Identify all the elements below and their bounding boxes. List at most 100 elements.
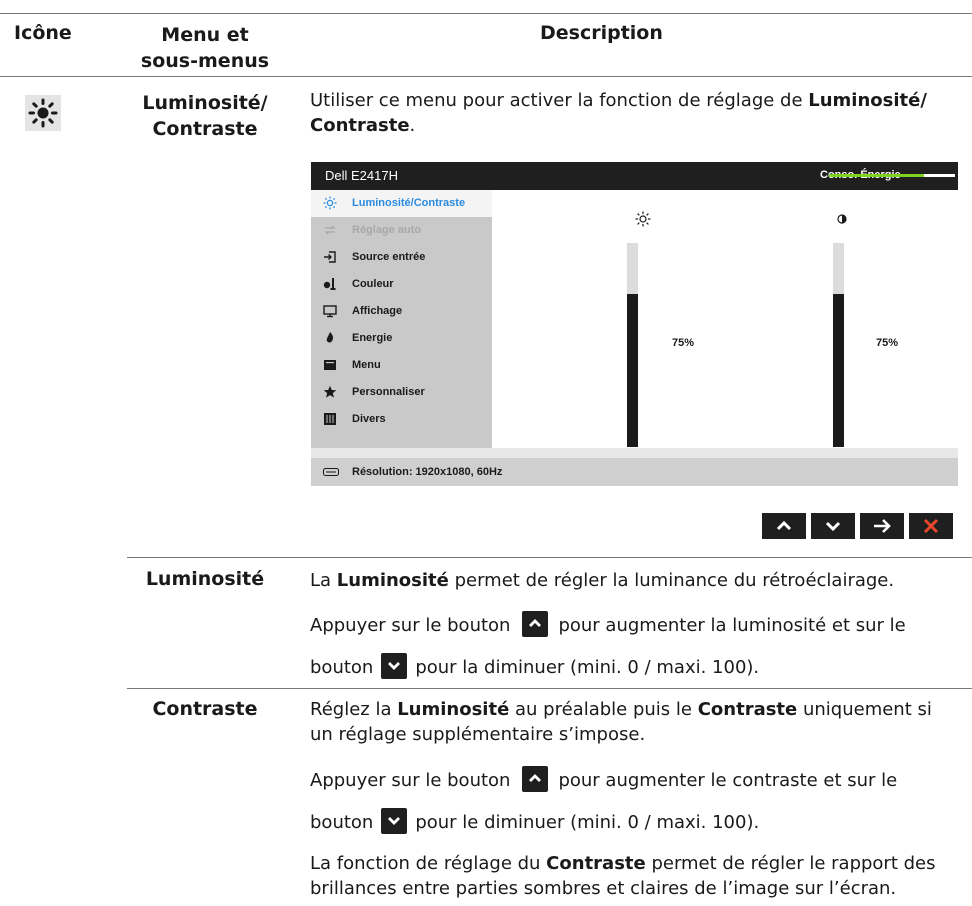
sun-icon: [323, 196, 337, 210]
submenu-name-luminosite: Luminosité: [145, 568, 265, 590]
osd-menu-item-personnaliser[interactable]: Personnaliser: [311, 379, 492, 406]
header-icon: Icône: [14, 22, 72, 44]
osd-title: Dell E2417H: [325, 168, 398, 183]
brightness-slider-fill: [627, 294, 638, 447]
main-description: Utiliser ce menu pour activer la fonctio…: [310, 88, 960, 138]
contrast-icon: [837, 214, 847, 224]
osd-menu-label: Divers: [352, 413, 386, 425]
contrast-slider-fill: [833, 294, 844, 447]
main-desc-suffix: .: [409, 115, 416, 136]
menu-icon: [324, 360, 336, 370]
color-icon: [323, 278, 336, 290]
header-menu-line2: sous-menus: [140, 50, 270, 72]
osd-menu-item-menu[interactable]: Menu: [311, 352, 492, 379]
luminosite-desc-3: bouton pour la diminuer (mini. 0 / maxi. …: [310, 653, 970, 681]
osd-resolution: Résolution: 1920x1080, 60Hz: [352, 466, 503, 478]
text: La: [310, 570, 337, 591]
chevron-down-icon: [388, 662, 401, 670]
submenu-name-contraste: Contraste: [152, 698, 258, 720]
osd-menu-label: Menu: [352, 359, 381, 371]
text: Réglez la: [310, 699, 398, 720]
chevron-up-icon: [529, 774, 542, 782]
text: pour augmenter le contraste et sur le: [558, 770, 898, 791]
brightness-slider[interactable]: [627, 243, 638, 447]
text: La fonction de réglage du: [310, 853, 547, 874]
power-icon: [326, 332, 334, 343]
contraste-desc-2: Appuyer sur le bouton pour augmenter le c…: [310, 766, 970, 794]
close-button[interactable]: [909, 513, 953, 539]
contrast-value: 75%: [876, 337, 899, 349]
osd-menu-item-reglage-auto[interactable]: Réglage auto: [311, 217, 492, 244]
text: pour la diminuer (mini. 0 / maxi. 100).: [415, 657, 760, 678]
chevron-up-icon: [776, 520, 792, 531]
up-button-inline: [522, 766, 549, 792]
menu-name-luminosite-contraste: Luminosité/ Contraste: [130, 90, 280, 142]
main-desc-text: Utiliser ce menu pour activer la fonctio…: [310, 90, 809, 111]
bold-text: Luminosité: [397, 699, 510, 720]
down-button-inline: [381, 653, 408, 679]
chevron-down-icon: [825, 521, 841, 532]
menu-name-line1: Luminosité/: [142, 92, 268, 114]
brightness-value: 75%: [672, 337, 695, 349]
close-icon: [923, 518, 939, 534]
text: pour augmenter la luminosité et sur le: [558, 615, 906, 636]
down-button[interactable]: [811, 513, 855, 539]
osd-menu-label: Réglage auto: [352, 224, 422, 236]
bold-text: Luminosité: [336, 570, 449, 591]
header-rule: [0, 76, 972, 77]
osd-title-bar: Dell E2417H Conso. Énergie: [311, 162, 958, 190]
right-button[interactable]: [860, 513, 904, 539]
osd-menu-item-affichage[interactable]: Affichage: [311, 298, 492, 325]
text: au préalable puis le: [509, 699, 698, 720]
sun-icon: [25, 95, 61, 131]
header-description: Description: [540, 22, 663, 44]
others-icon: [324, 413, 336, 425]
down-button-inline: [381, 808, 408, 834]
row-rule-luminosite: [127, 557, 972, 558]
sun-icon: [635, 211, 651, 227]
menu-name-line2: Contraste: [152, 118, 258, 140]
luminosite-desc-2: Appuyer sur le bouton pour augmenter la l…: [310, 611, 970, 639]
display-icon: [323, 305, 337, 318]
text: uniquement si: [797, 699, 932, 720]
text: bouton: [310, 657, 374, 678]
main-desc-bold1: Luminosité/: [808, 90, 927, 111]
osd-menu-label: Source entrée: [352, 251, 426, 263]
contraste-desc-4: La fonction de réglage du Contraste perm…: [310, 851, 970, 901]
energy-meter-fill: [829, 174, 924, 177]
osd-adjust-panel: 75% 75%: [492, 190, 958, 448]
energy-meter-track: [919, 174, 955, 177]
bold-text: Contraste: [546, 853, 646, 874]
chevron-down-icon: [388, 817, 401, 825]
bold-text: Contraste: [697, 699, 798, 720]
osd-menu-label: Luminosité/Contraste: [352, 197, 466, 209]
osd-menu-label: Couleur: [352, 278, 394, 290]
osd-menu-item-divers[interactable]: Divers: [311, 406, 492, 433]
up-button-inline: [522, 611, 549, 637]
contraste-desc-3: bouton pour le diminuer (mini. 0 / maxi. …: [310, 808, 970, 836]
auto-adjust-icon: [324, 225, 336, 235]
contrast-slider[interactable]: [833, 243, 844, 447]
row-rule-contraste: [127, 688, 972, 689]
osd-menu-item-luminosite-contraste[interactable]: Luminosité/Contraste: [311, 190, 492, 217]
osd-menu-item-energie[interactable]: Energie: [311, 325, 492, 352]
osd-status-bar: Résolution: 1920x1080, 60Hz: [311, 458, 958, 486]
osd-menu-label: Affichage: [352, 305, 403, 317]
osd-menu-item-source-entree[interactable]: Source entrée: [311, 244, 492, 271]
osd-menu-label: Energie: [352, 332, 393, 344]
header-menu-line1: Menu et: [161, 24, 249, 46]
chevron-up-icon: [529, 619, 542, 627]
main-desc-bold2: Contraste: [310, 115, 410, 136]
luminosite-desc-1: La Luminosité permet de régler la lumina…: [310, 568, 970, 593]
connector-icon: [323, 468, 339, 476]
text: un réglage supplémentaire s’impose.: [310, 724, 646, 745]
header-menu: Menu et sous-menus: [130, 22, 280, 74]
osd-menu-item-couleur[interactable]: Couleur: [311, 271, 492, 298]
osd-menu-label: Personnaliser: [352, 386, 425, 398]
star-icon: [323, 385, 337, 398]
text: brillances entre parties sombres et clai…: [310, 878, 897, 899]
text: bouton: [310, 812, 374, 833]
text: pour le diminuer (mini. 0 / maxi. 100).: [415, 812, 760, 833]
up-button[interactable]: [762, 513, 806, 539]
text: permet de régler la luminance du rétroéc…: [448, 570, 895, 591]
